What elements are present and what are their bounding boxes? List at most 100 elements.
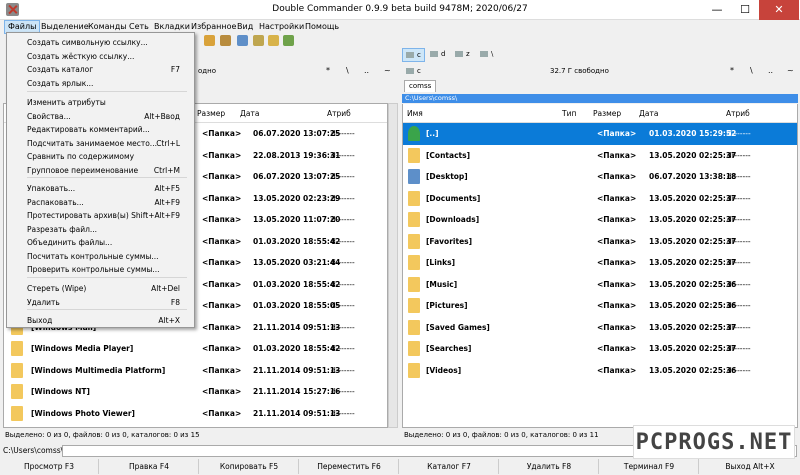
edit-icon[interactable]	[253, 35, 264, 46]
file-menu-item[interactable]: Создать жёсткую ссылку...	[7, 50, 194, 64]
right-file-panel[interactable]: Имя Тип Размер Дата Атриб [..] <Папка> 01.…	[402, 104, 798, 428]
table-row[interactable]: [Videos] <Папка> 13.05.2020 02:25:36 dr----…	[403, 360, 797, 382]
copy-f5-button[interactable]: Копировать F5	[200, 459, 299, 474]
left-col-size[interactable]: Размер	[197, 104, 225, 123]
file-menu-item[interactable]: Протестировать архив(ы) Shift+Alt+F9	[7, 209, 194, 223]
file-name: [Searches]	[426, 344, 472, 353]
left-col-attr[interactable]: Атриб	[327, 104, 351, 123]
left-scrollbar[interactable]	[388, 103, 398, 428]
file-size: <Папка>	[202, 344, 242, 353]
right-nav-home[interactable]: ~	[787, 63, 794, 79]
table-row[interactable]: [Contacts] <Папка> 13.05.2020 02:25:37 dr--…	[403, 145, 797, 167]
table-row[interactable]: [Downloads] <Папка> 13.05.2020 02:25:37 dr-…	[403, 209, 797, 231]
table-row[interactable]: [Windows Media Player] <Папка> 01.03.2020 …	[4, 338, 387, 360]
drive-z-button[interactable]: z	[452, 48, 473, 62]
file-menu-item[interactable]: Подсчитать занимаемое место... Ctrl+L	[7, 137, 194, 151]
file-menu-item[interactable]: Выход Alt+X	[7, 314, 194, 328]
file-menu-item[interactable]: Распаковать... Alt+F9	[7, 196, 194, 210]
table-row[interactable]: [Windows Multimedia Platform] <Папка> 21.1…	[4, 360, 387, 382]
drive-d-button[interactable]: d	[427, 48, 448, 62]
table-row[interactable]: [Desktop] <Папка> 06.07.2020 13:38:18 dr---…	[403, 166, 797, 188]
file-size: <Папка>	[597, 344, 637, 353]
file-date: 13.05.2020 02:25:36	[649, 365, 737, 375]
menu-favorites[interactable]: Избранное	[188, 20, 239, 34]
file-menu-item[interactable]: Разрезать файл...	[7, 223, 194, 237]
left-nav-root[interactable]: *	[326, 63, 330, 79]
file-date: 13.05.2020 02:25:36	[649, 301, 737, 310]
file-name: [Documents]	[426, 193, 481, 203]
right-col-attr[interactable]: Атриб	[726, 104, 750, 123]
file-size: <Папка>	[202, 279, 242, 289]
unpack-icon[interactable]	[220, 35, 231, 46]
left-nav-backslash[interactable]: \	[346, 63, 349, 79]
folder-icon	[408, 362, 420, 378]
left-nav-up[interactable]: ..	[364, 63, 369, 79]
mkdir-f7-button[interactable]: Каталог F7	[400, 459, 499, 474]
file-date: 01.03.2020 18:55:42	[253, 236, 341, 246]
right-col-type[interactable]: Тип	[562, 104, 576, 123]
table-row[interactable]: [Music] <Папка> 13.05.2020 02:25:36 dr-----…	[403, 274, 797, 296]
right-nav-root[interactable]: *	[730, 63, 734, 79]
rename-icon[interactable]	[268, 35, 279, 46]
table-row[interactable]: [Saved Games] <Папка> 13.05.2020 02:25:37 d…	[403, 317, 797, 339]
file-date: 01.03.2020 18:55:42	[253, 344, 341, 353]
maximize-button[interactable]: ☐	[731, 0, 759, 20]
file-menu-item[interactable]: Сравнить по содержимому	[7, 150, 194, 164]
archive-icon[interactable]	[204, 35, 215, 46]
table-row[interactable]: [Documents] <Папка> 13.05.2020 02:25:37 dr-…	[403, 188, 797, 210]
table-row[interactable]: [Favorites] <Папка> 13.05.2020 02:25:37 dr-…	[403, 231, 797, 253]
drive-c-button[interactable]: c	[402, 48, 425, 62]
table-row[interactable]: [Pictures] <Папка> 13.05.2020 02:25:36 dr--…	[403, 295, 797, 317]
file-menu-item[interactable]: Изменить атрибуты	[7, 96, 194, 110]
minimize-button[interactable]: —	[703, 0, 731, 20]
right-nav-backslash[interactable]: \	[750, 63, 753, 79]
file-menu-item[interactable]: Создать ярлык...	[7, 77, 194, 91]
file-menu-item[interactable]: Проверить контрольные суммы...	[7, 263, 194, 277]
right-drive-bar: c d z \	[400, 48, 800, 63]
exit-altx-button[interactable]: Выход Alt+X	[700, 459, 800, 474]
path-bar[interactable]: C:\Users\comss\	[402, 94, 798, 103]
file-menu-item[interactable]: Групповое переименование Ctrl+M	[7, 164, 194, 178]
menu-help[interactable]: Помощь	[302, 20, 342, 34]
left-nav-home[interactable]: ~	[384, 63, 391, 79]
move-f6-button[interactable]: Переместить F6	[300, 459, 399, 474]
file-menu-item[interactable]: Объединить файлы...	[7, 236, 194, 250]
file-menu-item[interactable]: Посчитать контрольные суммы...	[7, 250, 194, 264]
menu-view[interactable]: Вид	[234, 20, 256, 34]
right-col-size[interactable]: Размер	[593, 104, 621, 123]
left-col-date[interactable]: Дата	[240, 104, 259, 123]
table-row[interactable]: [Windows Photo Viewer] <Папка> 21.11.2014 …	[4, 403, 387, 425]
file-menu-item[interactable]: Упаковать... Alt+F5	[7, 182, 194, 196]
file-menu-item[interactable]: Создать символьную ссылку...	[7, 36, 194, 50]
delete-f8-button[interactable]: Удалить F8	[500, 459, 599, 474]
file-menu-item[interactable]: Создать каталог F7	[7, 63, 194, 77]
tab-comss[interactable]: comss	[404, 80, 437, 92]
terminal-f9-button[interactable]: Терминал F9	[600, 459, 699, 474]
file-menu-item[interactable]: Свойства... Alt+Ввод	[7, 110, 194, 124]
network-drive-button[interactable]: \	[477, 48, 496, 62]
table-row[interactable]: [Windows NT] <Папка> 21.11.2014 15:27:16 d-…	[4, 381, 387, 403]
file-menu-item[interactable]: Удалить F8	[7, 296, 194, 310]
menu-item-label: Стереть (Wipe)	[27, 284, 87, 293]
file-name: [Contacts]	[426, 150, 470, 160]
table-row[interactable]: [Links] <Папка> 13.05.2020 02:25:37 dr-----…	[403, 252, 797, 274]
right-nav-up[interactable]: ..	[768, 63, 773, 79]
menu-item-label: Объединить файлы...	[27, 238, 113, 247]
menu-item-label: Проверить контрольные суммы...	[27, 265, 160, 274]
file-name: [Music]	[426, 279, 458, 289]
file-date: 01.03.2020 18:55:05	[253, 301, 341, 310]
file-menu-item[interactable]: Стереть (Wipe) Alt+Del	[7, 282, 194, 296]
file-attr: d-------	[727, 129, 751, 138]
right-col-date[interactable]: Дата	[639, 104, 658, 123]
menu-settings[interactable]: Настройки	[256, 20, 307, 34]
edit-f4-button[interactable]: Правка F4	[100, 459, 199, 474]
sync-icon[interactable]	[283, 35, 294, 46]
close-button[interactable]: ✕	[759, 0, 799, 20]
search-icon[interactable]	[237, 35, 248, 46]
file-menu-item[interactable]: Редактировать комментарий...	[7, 123, 194, 137]
table-row[interactable]: [..] <Папка> 01.03.2020 15:29:52 d-------	[403, 123, 797, 145]
view-f3-button[interactable]: Просмотр F3	[0, 459, 99, 474]
right-col-name[interactable]: Имя	[407, 104, 423, 123]
table-row[interactable]: [Searches] <Папка> 13.05.2020 02:25:37 dr--…	[403, 338, 797, 360]
file-size: <Папка>	[597, 301, 637, 310]
